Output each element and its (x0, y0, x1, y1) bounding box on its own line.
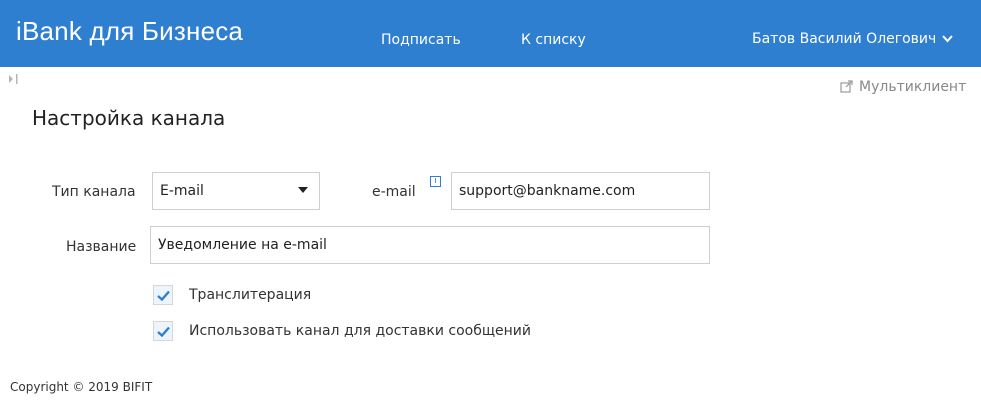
use-channel-label: Использовать канал для доставки сообщени… (189, 323, 531, 339)
name-field[interactable]: Уведомление на e-mail (150, 226, 710, 264)
sidebar-expand-icon[interactable] (8, 72, 20, 86)
channel-type-select[interactable]: E-mail (152, 172, 320, 210)
email-field[interactable]: support@bankname.com (451, 172, 710, 210)
chevron-down-icon (298, 187, 308, 193)
use-channel-checkbox[interactable] (153, 321, 173, 341)
app-brand-title[interactable]: iBank для Бизнеса (16, 16, 243, 47)
multiclient-link[interactable]: Мультиклиент (840, 79, 966, 95)
external-link-icon (840, 80, 853, 93)
sign-link[interactable]: Подписать (381, 32, 461, 48)
chevron-down-icon (942, 32, 954, 46)
transliteration-checkbox[interactable] (153, 285, 173, 305)
name-label: Название (66, 239, 137, 255)
page-title: Настройка канала (32, 106, 226, 130)
channel-type-value: E-mail (160, 183, 204, 199)
check-icon (157, 326, 170, 337)
email-label: e-mail (372, 184, 416, 200)
user-menu[interactable]: Батов Василий Олегович (752, 31, 954, 47)
check-icon (157, 290, 170, 301)
app-header: iBank для Бизнеса Подписать К списку Бат… (0, 0, 981, 67)
transliteration-label: Транслитерация (189, 287, 312, 303)
copyright-footer: Copyright © 2019 BIFIT (10, 380, 153, 394)
info-icon[interactable]: i (430, 176, 441, 187)
user-name: Батов Василий Олегович (752, 31, 937, 47)
channel-type-label: Тип канала (52, 184, 136, 200)
multiclient-label: Мультиклиент (859, 79, 967, 95)
to-list-link[interactable]: К списку (521, 32, 586, 48)
